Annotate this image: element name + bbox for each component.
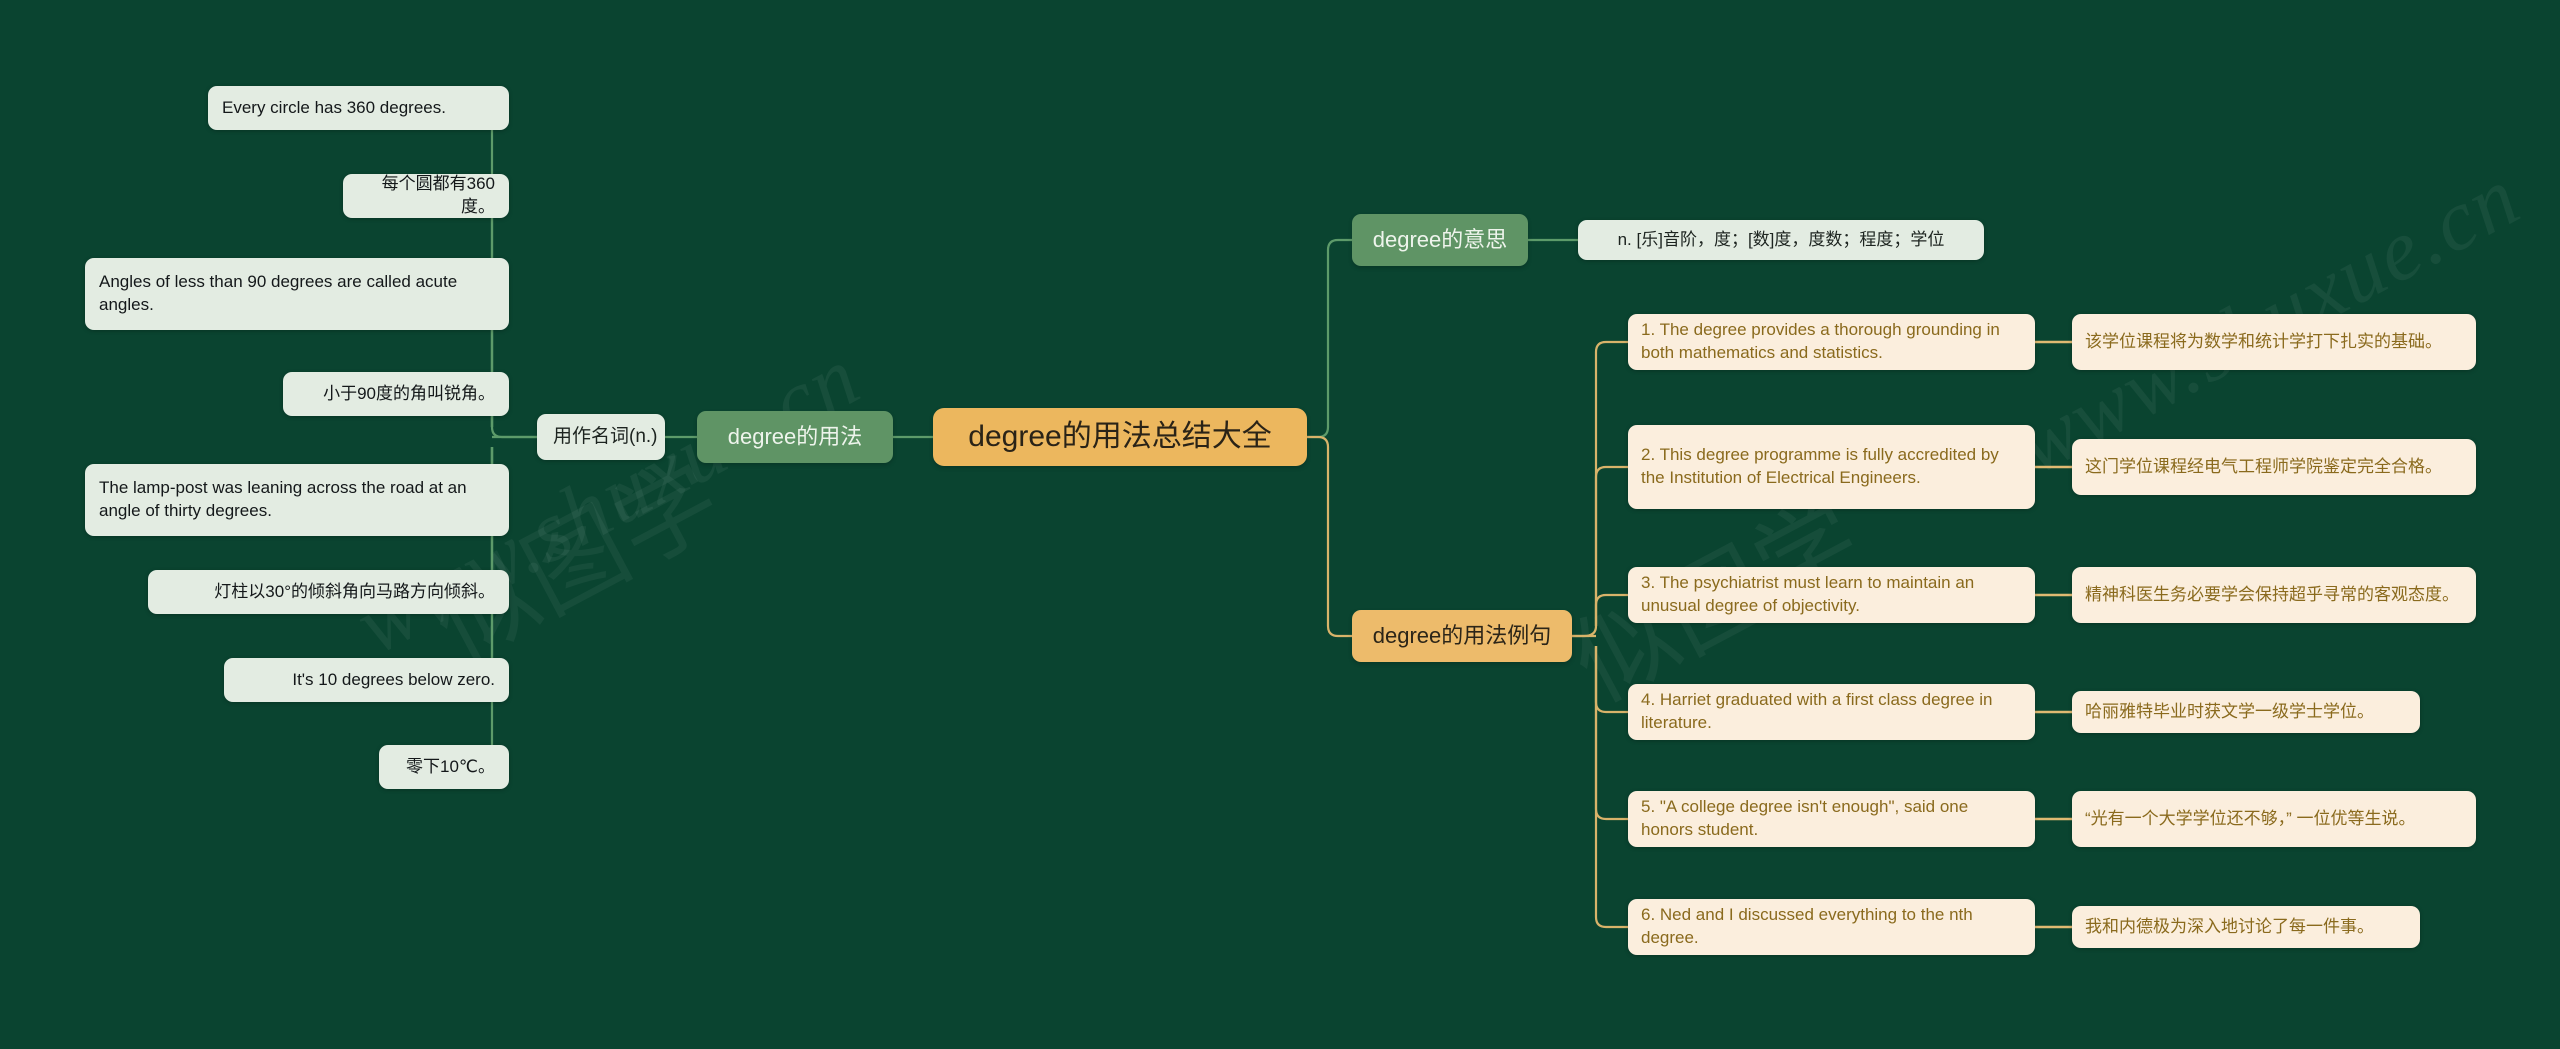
root-node[interactable]: degree的用法总结大全 [933,408,1307,466]
example-en[interactable]: 4. Harriet graduated with a first class … [1628,684,2035,740]
leaf-node[interactable]: Angles of less than 90 degrees are calle… [85,258,509,330]
leaf-node[interactable]: The lamp-post was leaning across the roa… [85,464,509,536]
example-en[interactable]: 3. The psychiatrist must learn to mainta… [1628,567,2035,623]
example-zh-text: 我和内德极为深入地讨论了每一件事。 [2085,916,2374,936]
branch-examples[interactable]: degree的用法例句 [1352,610,1572,662]
mindmap-canvas: www.shuxue.cn www.shuxue.cn 似图学 似图学 [0,0,2560,1049]
example-zh-text: 该学位课程将为数学和统计学打下扎实的基础。 [2085,331,2442,351]
example-zh[interactable]: “光有一个大学学位还不够，” 一位优等生说。 [2072,791,2476,847]
example-zh[interactable]: 精神科医生务必要学会保持超乎寻常的客观态度。 [2072,567,2476,623]
leaf-text: 灯柱以30°的倾斜角向马路方向倾斜。 [214,581,495,601]
example-en-text: 5. "A college degree isn't enough", said… [1641,797,1969,839]
example-zh[interactable]: 该学位课程将为数学和统计学打下扎实的基础。 [2072,314,2476,370]
leaf-text: 每个圆都有360度。 [381,174,495,216]
leaf-node[interactable]: 小于90度的角叫锐角。 [283,372,509,416]
meaning-definition-text: n. [乐]音阶，度；[数]度，度数；程度；学位 [1617,229,1945,249]
example-en[interactable]: 5. "A college degree isn't enough", said… [1628,791,2035,847]
leaf-text: It's 10 degrees below zero. [292,669,495,689]
branch-examples-label: degree的用法例句 [1372,623,1552,649]
example-en-text: 1. The degree provides a thorough ground… [1641,320,2000,362]
leaf-node[interactable]: 零下10℃。 [379,745,509,789]
leaf-node[interactable]: It's 10 degrees below zero. [224,658,509,702]
example-zh[interactable]: 我和内德极为深入地讨论了每一件事。 [2072,906,2420,948]
example-en-text: 3. The psychiatrist must learn to mainta… [1641,573,1975,615]
example-zh-text: 哈丽雅特毕业时获文学一级学士学位。 [2085,701,2374,721]
example-en[interactable]: 2. This degree programme is fully accred… [1628,425,2035,509]
example-zh-text: 这门学位课程经电气工程师学院鉴定完全合格。 [2085,456,2442,476]
example-zh[interactable]: 这门学位课程经电气工程师学院鉴定完全合格。 [2072,439,2476,495]
leaf-text: Every circle has 360 degrees. [222,97,446,117]
example-en-text: 6. Ned and I discussed everything to the… [1641,905,1973,947]
branch-meaning[interactable]: degree的意思 [1352,214,1528,266]
example-zh-text: “光有一个大学学位还不够，” 一位优等生说。 [2085,808,2416,828]
branch-usage[interactable]: degree的用法 [697,411,893,463]
subbranch-noun-usage-label: 用作名词(n.) [553,426,658,448]
leaf-text: Angles of less than 90 degrees are calle… [99,272,458,314]
leaf-node[interactable]: 灯柱以30°的倾斜角向马路方向倾斜。 [148,570,509,614]
leaf-node[interactable]: Every circle has 360 degrees. [208,86,509,130]
branch-meaning-label: degree的意思 [1372,227,1508,253]
example-en[interactable]: 6. Ned and I discussed everything to the… [1628,899,2035,955]
meaning-definition[interactable]: n. [乐]音阶，度；[数]度，度数；程度；学位 [1578,220,1984,260]
leaf-text: 零下10℃。 [405,756,495,776]
example-en-text: 4. Harriet graduated with a first class … [1641,690,1993,732]
example-zh-text: 精神科医生务必要学会保持超乎寻常的客观态度。 [2085,584,2459,604]
branch-usage-label: degree的用法 [727,424,863,450]
leaf-text: The lamp-post was leaning across the roa… [99,478,467,520]
example-en[interactable]: 1. The degree provides a thorough ground… [1628,314,2035,370]
root-node-label: degree的用法总结大全 [968,420,1272,454]
example-zh[interactable]: 哈丽雅特毕业时获文学一级学士学位。 [2072,691,2420,733]
leaf-text: 小于90度的角叫锐角。 [323,383,495,403]
leaf-node[interactable]: 每个圆都有360度。 [343,174,509,218]
subbranch-noun-usage[interactable]: 用作名词(n.) [537,414,665,460]
example-en-text: 2. This degree programme is fully accred… [1641,445,1999,487]
